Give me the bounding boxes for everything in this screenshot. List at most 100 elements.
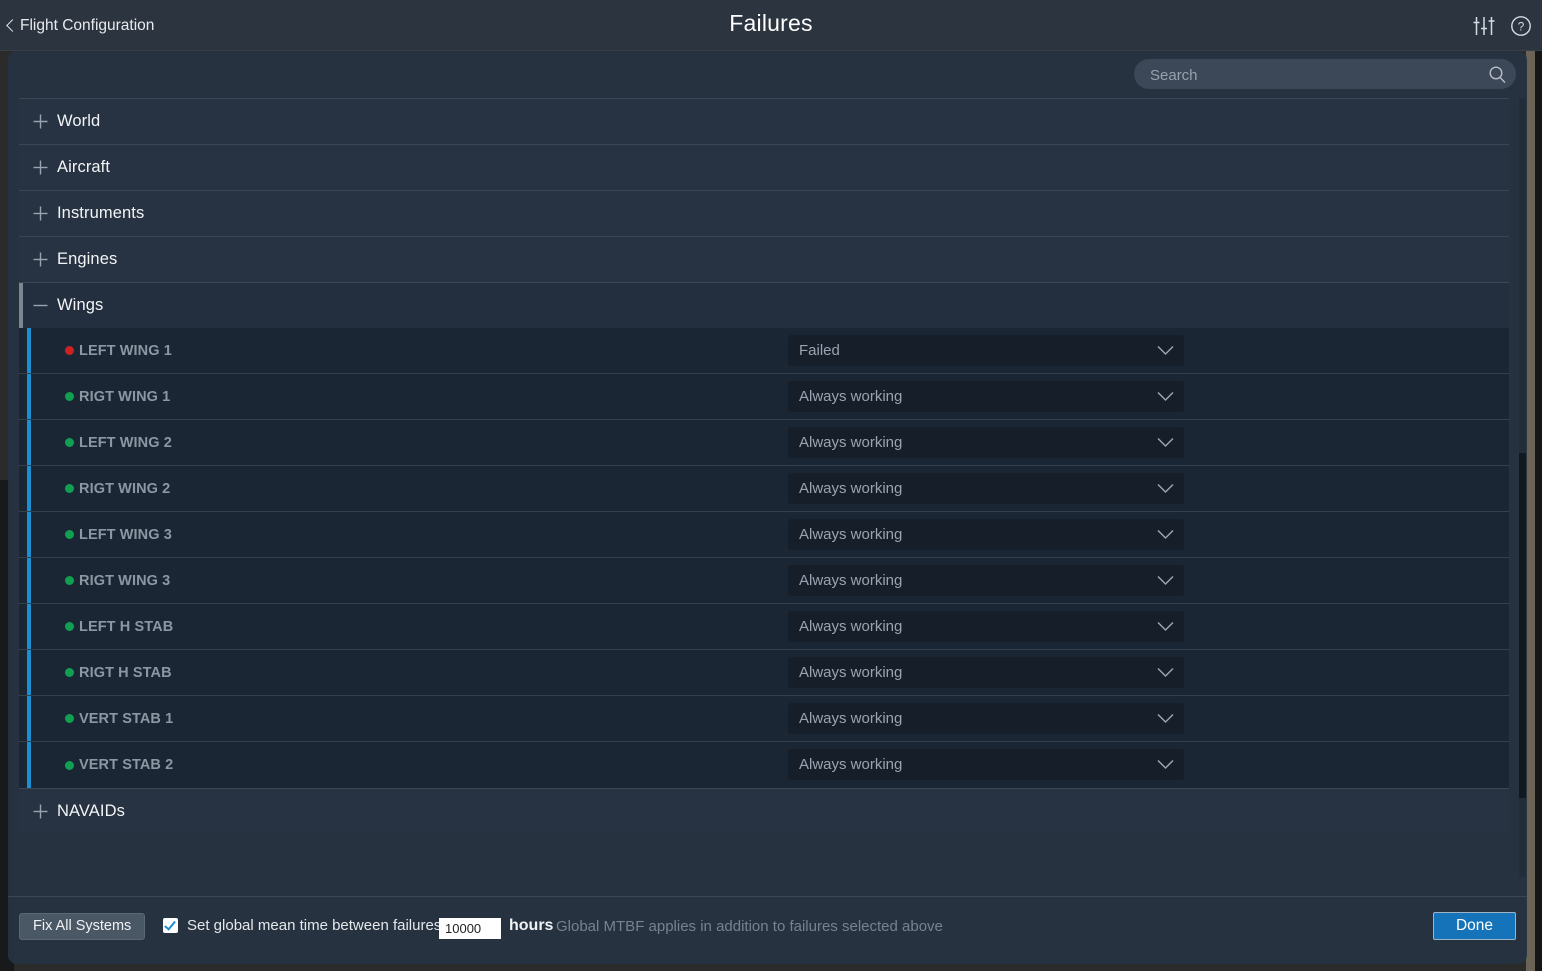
done-button[interactable]: Done bbox=[1433, 912, 1516, 940]
failure-state-dropdown[interactable]: Always working bbox=[788, 565, 1184, 596]
failure-state-dropdown[interactable]: Always working bbox=[788, 473, 1184, 504]
failure-state-value: Always working bbox=[799, 756, 903, 773]
failure-name: LEFT WING 3 bbox=[79, 526, 172, 543]
screen-root: u gpos grnd alt 7 0.052 1.000 0.000 3 Fl… bbox=[0, 0, 1542, 971]
title-bar-icons: ? bbox=[1472, 15, 1532, 37]
checkbox-checked-icon[interactable] bbox=[163, 918, 178, 933]
status-dot-working-icon bbox=[65, 484, 74, 493]
mtbf-hours-input[interactable] bbox=[439, 918, 501, 939]
failure-item-label: LEFT WING 1 bbox=[65, 343, 172, 359]
status-dot-working-icon bbox=[65, 438, 74, 447]
chevron-down-icon[interactable] bbox=[1156, 436, 1175, 449]
chevron-down-icon[interactable] bbox=[1156, 574, 1175, 587]
global-mtbf-checkbox[interactable]: Set global mean time between failures bbox=[163, 917, 441, 934]
category-label: NAVAIDs bbox=[57, 802, 125, 820]
plus-icon[interactable] bbox=[23, 803, 57, 820]
chevron-down-icon[interactable] bbox=[1156, 344, 1175, 357]
status-dot-working-icon bbox=[65, 760, 74, 770]
expanded-group-wings: LEFT WING 1 Failed RIGT WING 1 Always worki… bbox=[19, 328, 1509, 788]
status-dot-failed-icon bbox=[65, 346, 74, 355]
failure-row: LEFT H STAB Always working bbox=[19, 604, 1509, 650]
failures-panel: World Aircraft Instruments Engines Wings LEFT… bbox=[8, 51, 1527, 964]
failure-row: RIGT WING 1 Always working bbox=[19, 374, 1509, 420]
chevron-down-icon[interactable] bbox=[1156, 620, 1175, 633]
failure-item-label: LEFT WING 2 bbox=[65, 435, 172, 451]
plus-icon[interactable] bbox=[23, 205, 57, 222]
failure-row: VERT STAB 2 Always working bbox=[19, 742, 1509, 788]
fix-all-systems-button[interactable]: Fix All Systems bbox=[19, 913, 146, 940]
help-circle-icon[interactable]: ? bbox=[1510, 15, 1532, 37]
category-rail bbox=[19, 145, 23, 190]
failure-row: RIGT WING 2 Always working bbox=[19, 466, 1509, 512]
status-dot-working-icon bbox=[65, 622, 74, 631]
failure-name: VERT STAB 2 bbox=[79, 757, 174, 773]
failure-row: RIGT H STAB Always working bbox=[19, 650, 1509, 696]
category-rail bbox=[19, 99, 23, 144]
status-dot-working-icon bbox=[65, 714, 74, 723]
failure-state-value: Always working bbox=[799, 526, 903, 543]
failures-list: World Aircraft Instruments Engines Wings LEFT… bbox=[19, 98, 1509, 877]
list-scrollbar[interactable] bbox=[1519, 98, 1526, 877]
category-label: Instruments bbox=[57, 204, 145, 222]
scrollbar-thumb[interactable] bbox=[1519, 453, 1526, 798]
category-row-navaids[interactable]: NAVAIDs bbox=[19, 788, 1509, 834]
failure-item-label: VERT STAB 1 bbox=[65, 711, 173, 727]
failure-state-dropdown[interactable]: Failed bbox=[788, 335, 1184, 366]
status-dot-working-icon bbox=[65, 530, 74, 539]
category-label: Aircraft bbox=[57, 158, 111, 176]
failure-name: VERT STAB 1 bbox=[79, 710, 174, 727]
failure-row: RIGT WING 3 Always working bbox=[19, 558, 1509, 604]
category-row-aircraft[interactable]: Aircraft bbox=[19, 144, 1509, 190]
failure-state-dropdown[interactable]: Always working bbox=[788, 703, 1184, 734]
svg-text:?: ? bbox=[1518, 20, 1525, 34]
failure-name: RIGT H STAB bbox=[79, 664, 172, 681]
category-rail bbox=[19, 283, 23, 328]
category-rail bbox=[19, 191, 23, 236]
search-icon[interactable] bbox=[1488, 65, 1507, 84]
chevron-down-icon[interactable] bbox=[1156, 666, 1175, 679]
failure-state-dropdown[interactable]: Always working bbox=[788, 749, 1184, 780]
failure-name: LEFT H STAB bbox=[79, 618, 174, 635]
search-input[interactable] bbox=[1148, 59, 1482, 91]
failures-window: Flight Configuration Failures ? Search W… bbox=[0, 0, 1542, 971]
failure-state-dropdown[interactable]: Always working bbox=[788, 381, 1184, 412]
page-title: Failures bbox=[729, 10, 813, 36]
failure-name: LEFT WING 1 bbox=[79, 342, 172, 359]
plus-icon[interactable] bbox=[23, 159, 57, 176]
hours-unit-label: hours bbox=[509, 917, 554, 934]
failure-item-label: LEFT H STAB bbox=[65, 619, 173, 635]
chevron-down-icon[interactable] bbox=[1156, 528, 1175, 541]
status-dot-working-icon bbox=[65, 668, 74, 677]
chevron-down-icon[interactable] bbox=[1156, 482, 1175, 495]
category-row-engines[interactable]: Engines bbox=[19, 236, 1509, 282]
failure-state-value: Always working bbox=[799, 434, 903, 451]
plus-icon[interactable] bbox=[23, 113, 57, 130]
failure-row: LEFT WING 1 Failed bbox=[19, 328, 1509, 374]
failure-item-label: VERT STAB 2 bbox=[65, 757, 173, 773]
failure-item-label: RIGT WING 1 bbox=[65, 389, 170, 405]
minus-icon[interactable] bbox=[23, 297, 57, 314]
category-label: World bbox=[57, 112, 101, 130]
status-dot-working-icon bbox=[65, 576, 74, 585]
failure-row: VERT STAB 1 Always working bbox=[19, 696, 1509, 742]
global-mtbf-note: Global MTBF applies in addition to failu… bbox=[556, 918, 943, 935]
failure-state-dropdown[interactable]: Always working bbox=[788, 657, 1184, 688]
plus-icon[interactable] bbox=[23, 251, 57, 268]
chevron-down-icon[interactable] bbox=[1156, 390, 1175, 403]
failure-state-value: Always working bbox=[799, 710, 903, 727]
failure-state-dropdown[interactable]: Always working bbox=[788, 611, 1184, 642]
failure-state-value: Always working bbox=[799, 480, 903, 497]
chevron-down-icon[interactable] bbox=[1156, 712, 1175, 725]
failure-state-dropdown[interactable]: Always working bbox=[788, 519, 1184, 550]
failure-item-label: RIGT H STAB bbox=[65, 665, 172, 681]
failure-state-value: Failed bbox=[799, 342, 840, 359]
failure-state-dropdown[interactable]: Always working bbox=[788, 427, 1184, 458]
chevron-down-icon[interactable] bbox=[1156, 758, 1175, 771]
failure-name: LEFT WING 2 bbox=[79, 434, 172, 451]
sliders-icon[interactable] bbox=[1472, 15, 1496, 37]
category-label: Wings bbox=[57, 296, 104, 314]
category-row-wings[interactable]: Wings bbox=[19, 282, 1509, 328]
category-row-world[interactable]: World bbox=[19, 98, 1509, 144]
search-field[interactable] bbox=[1134, 59, 1516, 91]
category-row-instruments[interactable]: Instruments bbox=[19, 190, 1509, 236]
